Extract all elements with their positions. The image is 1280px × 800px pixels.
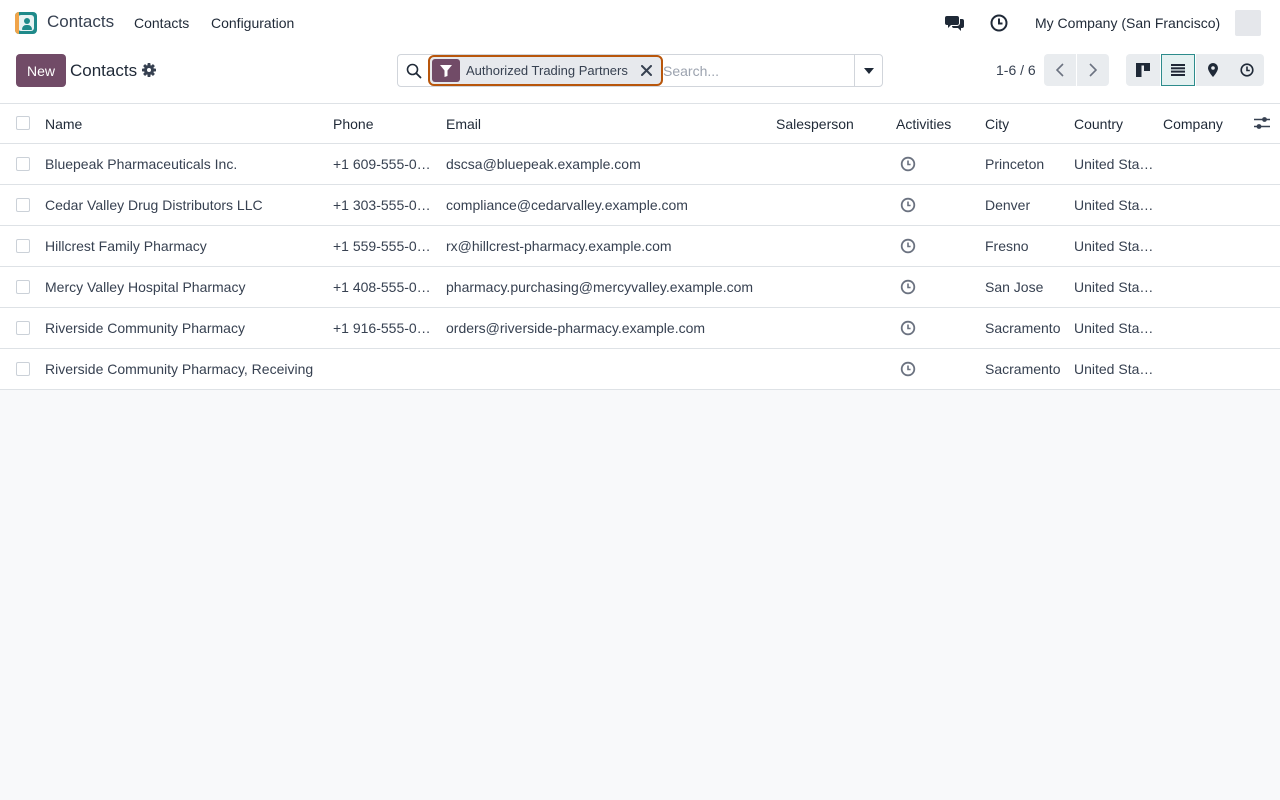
search-input[interactable] <box>663 61 849 81</box>
pager-value[interactable]: 1-6 / 6 <box>996 62 1036 78</box>
cell-city: Sacramento <box>985 320 1061 336</box>
cell-phone: +1 559-555-0… <box>333 238 431 254</box>
activity-clock-icon[interactable] <box>900 267 916 307</box>
table-row[interactable]: Bluepeak Pharmaceuticals Inc. +1 609-555… <box>0 144 1280 185</box>
table-header: Name Phone Email Salesperson Activities … <box>0 104 1280 144</box>
table-row[interactable]: Riverside Community Pharmacy, Receiving … <box>0 349 1280 390</box>
cell-name: Riverside Community Pharmacy <box>45 320 245 336</box>
chevron-left-icon <box>1056 63 1064 77</box>
activity-clock-icon[interactable] <box>900 144 916 184</box>
chevron-right-icon <box>1089 63 1097 77</box>
cell-country: United Sta… <box>1074 320 1154 336</box>
search-icon[interactable] <box>406 63 422 79</box>
column-header-email[interactable]: Email <box>446 104 481 143</box>
cell-email: pharmacy.purchasing@mercyvalley.example.… <box>446 279 754 295</box>
cell-country: United Sta… <box>1074 361 1154 377</box>
column-header-name[interactable]: Name <box>45 104 82 143</box>
cell-city: Denver <box>985 197 1031 213</box>
cell-name: Bluepeak Pharmaceuticals Inc. <box>45 156 238 172</box>
cell-phone: +1 303-555-0… <box>333 197 431 213</box>
row-checkbox[interactable] <box>16 157 30 171</box>
cell-name: Mercy Valley Hospital Pharmacy <box>45 279 246 295</box>
activity-view-button[interactable] <box>1230 54 1264 86</box>
map-pin-icon <box>1208 63 1218 77</box>
search-options-toggle[interactable] <box>854 55 883 86</box>
user-avatar[interactable] <box>1235 10 1261 36</box>
cell-email: dscsa@bluepeak.example.com <box>446 156 641 172</box>
optional-columns-icon[interactable] <box>1254 116 1270 132</box>
chat-bubbles-icon[interactable] <box>944 12 966 34</box>
cell-country: United Sta… <box>1074 279 1154 295</box>
kanban-icon <box>1136 63 1150 77</box>
clock-icon <box>1240 63 1254 77</box>
facet-label: Authorized Trading Partners <box>466 63 628 78</box>
list-icon <box>1171 64 1185 76</box>
gear-icon[interactable] <box>142 63 156 77</box>
app-name[interactable]: Contacts <box>47 12 114 32</box>
cell-city: Sacramento <box>985 361 1061 377</box>
column-header-activities[interactable]: Activities <box>896 104 951 143</box>
column-header-company[interactable]: Company <box>1163 104 1223 143</box>
page-title: Contacts <box>70 61 138 80</box>
filter-facet[interactable]: Authorized Trading Partners <box>428 55 663 86</box>
cell-name: Cedar Valley Drug Distributors LLC <box>45 197 263 213</box>
cell-country: United Sta… <box>1074 156 1154 172</box>
cell-phone: +1 609-555-0… <box>333 156 431 172</box>
menu-contacts[interactable]: Contacts <box>134 15 189 31</box>
cell-city: Princeton <box>985 156 1045 172</box>
row-checkbox[interactable] <box>16 321 30 335</box>
activity-clock-icon[interactable] <box>900 349 916 389</box>
menu-configuration[interactable]: Configuration <box>211 15 294 31</box>
table-row[interactable]: Cedar Valley Drug Distributors LLC +1 30… <box>0 185 1280 226</box>
cell-country: United Sta… <box>1074 238 1154 254</box>
column-header-phone[interactable]: Phone <box>333 104 373 143</box>
pager-previous-button[interactable] <box>1044 54 1076 86</box>
company-switcher[interactable]: My Company (San Francisco) <box>1035 15 1220 31</box>
caret-down-icon <box>864 67 874 74</box>
column-header-city[interactable]: City <box>985 104 1009 143</box>
activity-clock-icon[interactable] <box>900 226 916 266</box>
contacts-list: Name Phone Email Salesperson Activities … <box>0 104 1280 390</box>
cell-phone <box>333 349 433 389</box>
row-checkbox[interactable] <box>16 239 30 253</box>
close-icon[interactable] <box>638 62 654 78</box>
cell-email: compliance@cedarvalley.example.com <box>446 197 688 213</box>
cell-name: Riverside Community Pharmacy, Receiving <box>45 361 314 377</box>
cell-city: San Jose <box>985 279 1044 295</box>
kanban-view-button[interactable] <box>1126 54 1160 86</box>
contacts-app-icon[interactable] <box>15 12 37 34</box>
cell-email: orders@riverside-pharmacy.example.com <box>446 320 706 336</box>
row-checkbox[interactable] <box>16 362 30 376</box>
table-row[interactable]: Hillcrest Family Pharmacy +1 559-555-0… … <box>0 226 1280 267</box>
map-view-button[interactable] <box>1196 54 1230 86</box>
row-checkbox[interactable] <box>16 198 30 212</box>
activity-clock-icon[interactable] <box>900 185 916 225</box>
activity-clock-icon[interactable] <box>988 12 1010 34</box>
activity-clock-icon[interactable] <box>900 308 916 348</box>
cell-city: Fresno <box>985 238 1029 254</box>
cell-email <box>446 349 766 389</box>
column-header-salesperson[interactable]: Salesperson <box>776 104 854 143</box>
funnel-icon <box>432 59 460 82</box>
cell-country: United Sta… <box>1074 197 1154 213</box>
row-checkbox[interactable] <box>16 280 30 294</box>
top-navbar: Contacts Contacts Configuration My Compa… <box>0 0 1280 46</box>
cell-name: Hillcrest Family Pharmacy <box>45 238 207 254</box>
new-button[interactable]: New <box>16 54 66 87</box>
pager-next-button[interactable] <box>1077 54 1109 86</box>
cell-phone: +1 916-555-0… <box>333 320 431 336</box>
table-row[interactable]: Riverside Community Pharmacy +1 916-555-… <box>0 308 1280 349</box>
list-view-button[interactable] <box>1161 54 1195 86</box>
cell-email: rx@hillcrest-pharmacy.example.com <box>446 238 672 254</box>
table-row[interactable]: Mercy Valley Hospital Pharmacy +1 408-55… <box>0 267 1280 308</box>
select-all-checkbox[interactable] <box>16 116 30 130</box>
cell-phone: +1 408-555-0… <box>333 279 431 295</box>
control-panel: New Contacts Search... Authorized Tradin… <box>0 46 1280 104</box>
column-header-country[interactable]: Country <box>1074 104 1123 143</box>
